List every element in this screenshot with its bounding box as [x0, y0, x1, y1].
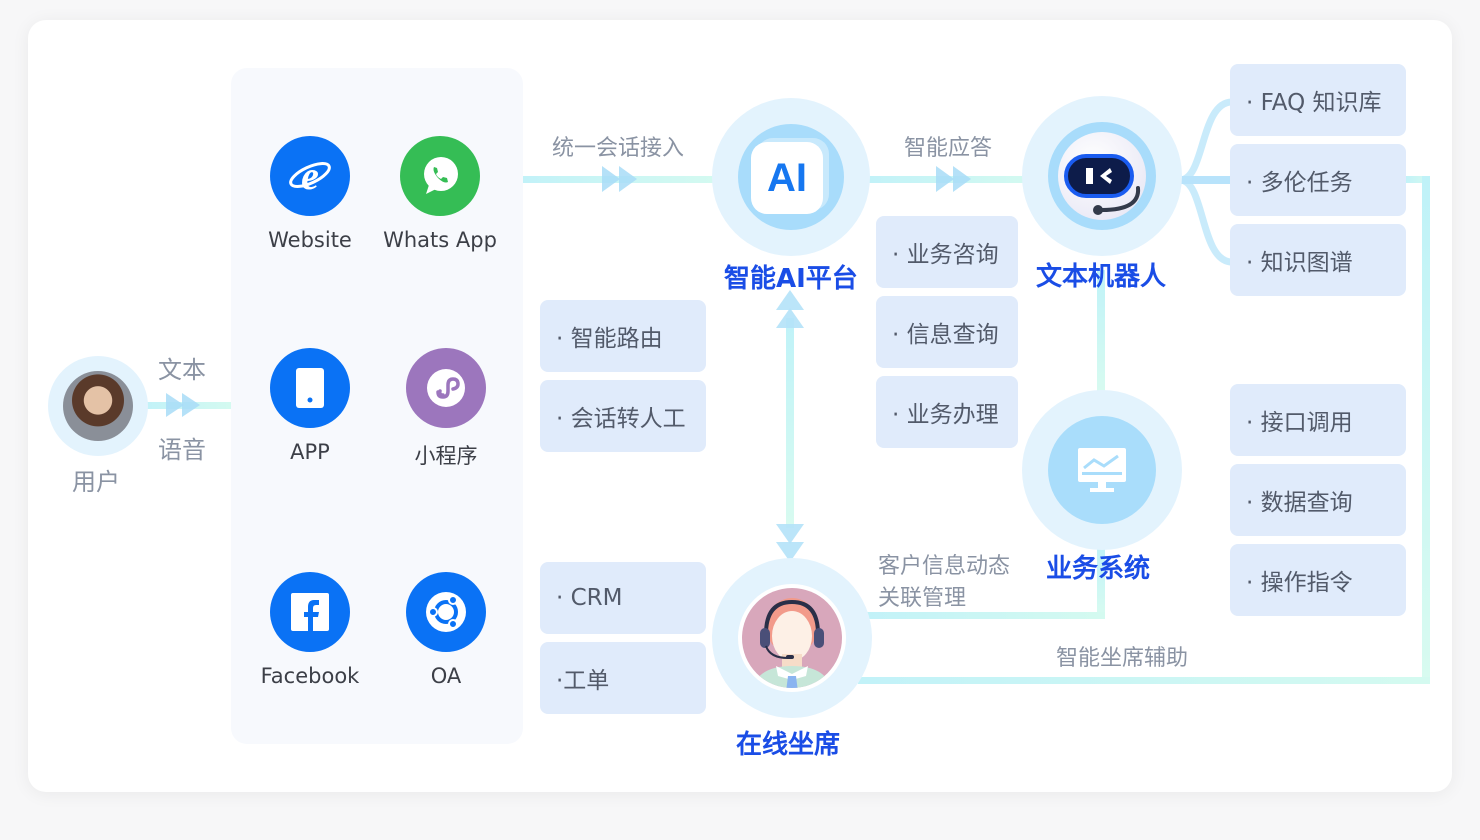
- channel-label: Whats App: [383, 228, 497, 252]
- branch-knowledge-graph: [1179, 176, 1233, 266]
- tag-business-inquiry: · 业务咨询: [876, 216, 1018, 288]
- line-system-agent-h: [866, 612, 1105, 619]
- tag-data-query: · 数据查询: [1230, 464, 1406, 536]
- tag-smart-routing: · 智能路由: [540, 300, 706, 372]
- monitor-chart-icon[interactable]: [1078, 448, 1126, 494]
- flow-label-agent-assist: 智能坐席辅助: [1056, 646, 1189, 671]
- tag-crm: · CRM: [540, 562, 706, 634]
- tag-faq-knowledge-base: · FAQ 知识库: [1230, 64, 1406, 136]
- channel-oa[interactable]: OA: [381, 572, 511, 688]
- tag-business-handling: · 业务办理: [876, 376, 1018, 448]
- ie-browser-icon: e: [270, 136, 350, 216]
- channel-app[interactable]: APP: [245, 348, 375, 464]
- mini-program-icon: [406, 348, 486, 428]
- text-robot-title: 文本机器人: [1036, 262, 1167, 292]
- robot-icon[interactable]: [1064, 154, 1141, 215]
- branch-faq: [1179, 98, 1233, 184]
- tag-work-order: ·工单: [540, 642, 706, 714]
- line-assist-right: [1422, 176, 1430, 684]
- channel-whatsapp[interactable]: Whats App: [375, 136, 505, 252]
- tag-operation-command: · 操作指令: [1230, 544, 1406, 616]
- channel-mini-program[interactable]: 小程序: [381, 348, 511, 470]
- arrow-user-2: [182, 393, 200, 417]
- whatsapp-icon: [400, 136, 480, 216]
- tag-multi-turn-task: · 多伦任务: [1230, 144, 1406, 216]
- arrow-up-2: [776, 308, 804, 328]
- ai-platform-icon[interactable]: AI: [751, 142, 823, 214]
- arrow-access-1: [602, 166, 620, 192]
- oa-icon: [406, 572, 486, 652]
- arrow-answer-2: [953, 166, 971, 192]
- channel-label: 小程序: [414, 444, 478, 468]
- user-avatar: [63, 371, 133, 441]
- channel-label: APP: [290, 440, 330, 464]
- ai-platform-title: 智能AI平台: [724, 264, 858, 294]
- online-agent-avatar[interactable]: [738, 584, 846, 692]
- channel-label: OA: [430, 664, 462, 688]
- flow-label-smart-answer: 智能应答: [904, 136, 993, 161]
- input-mode-voice: 语音: [158, 436, 206, 464]
- flow-label-customer-info-1: 客户信息动态: [878, 554, 1011, 579]
- tag-info-query: · 信息查询: [876, 296, 1018, 368]
- business-system-title: 业务系统: [1046, 554, 1151, 584]
- facebook-icon: [270, 572, 350, 652]
- online-agent-title: 在线坐席: [736, 730, 841, 760]
- ai-icon-text: AI: [767, 155, 807, 200]
- channel-label: Facebook: [260, 664, 360, 688]
- flow-label-unified-access: 统一会话接入: [552, 136, 685, 161]
- tag-knowledge-graph: · 知识图谱: [1230, 224, 1406, 296]
- arrow-user-1: [166, 393, 184, 417]
- mobile-phone-icon: [270, 348, 350, 428]
- flow-label-customer-info-2: 关联管理: [878, 586, 967, 611]
- arrow-answer-1: [936, 166, 954, 192]
- tag-transfer-to-human: · 会话转人工: [540, 380, 706, 452]
- user-label: 用户: [72, 468, 120, 496]
- channel-website[interactable]: e Website: [245, 136, 375, 252]
- arrow-access-2: [619, 166, 637, 192]
- channel-label: Website: [268, 228, 352, 252]
- svg-text:e: e: [301, 153, 319, 198]
- line-ai-agent: [786, 318, 794, 528]
- line-assist-bottom: [858, 677, 1430, 684]
- tag-api-call: · 接口调用: [1230, 384, 1406, 456]
- branch-multi-task: [1180, 176, 1232, 184]
- arrow-down-1: [776, 524, 804, 544]
- channel-panel: e Website Whats App APP 小程序 Facebook OA: [231, 68, 523, 744]
- input-mode-text: 文本: [158, 356, 206, 384]
- channel-facebook[interactable]: Facebook: [245, 572, 375, 688]
